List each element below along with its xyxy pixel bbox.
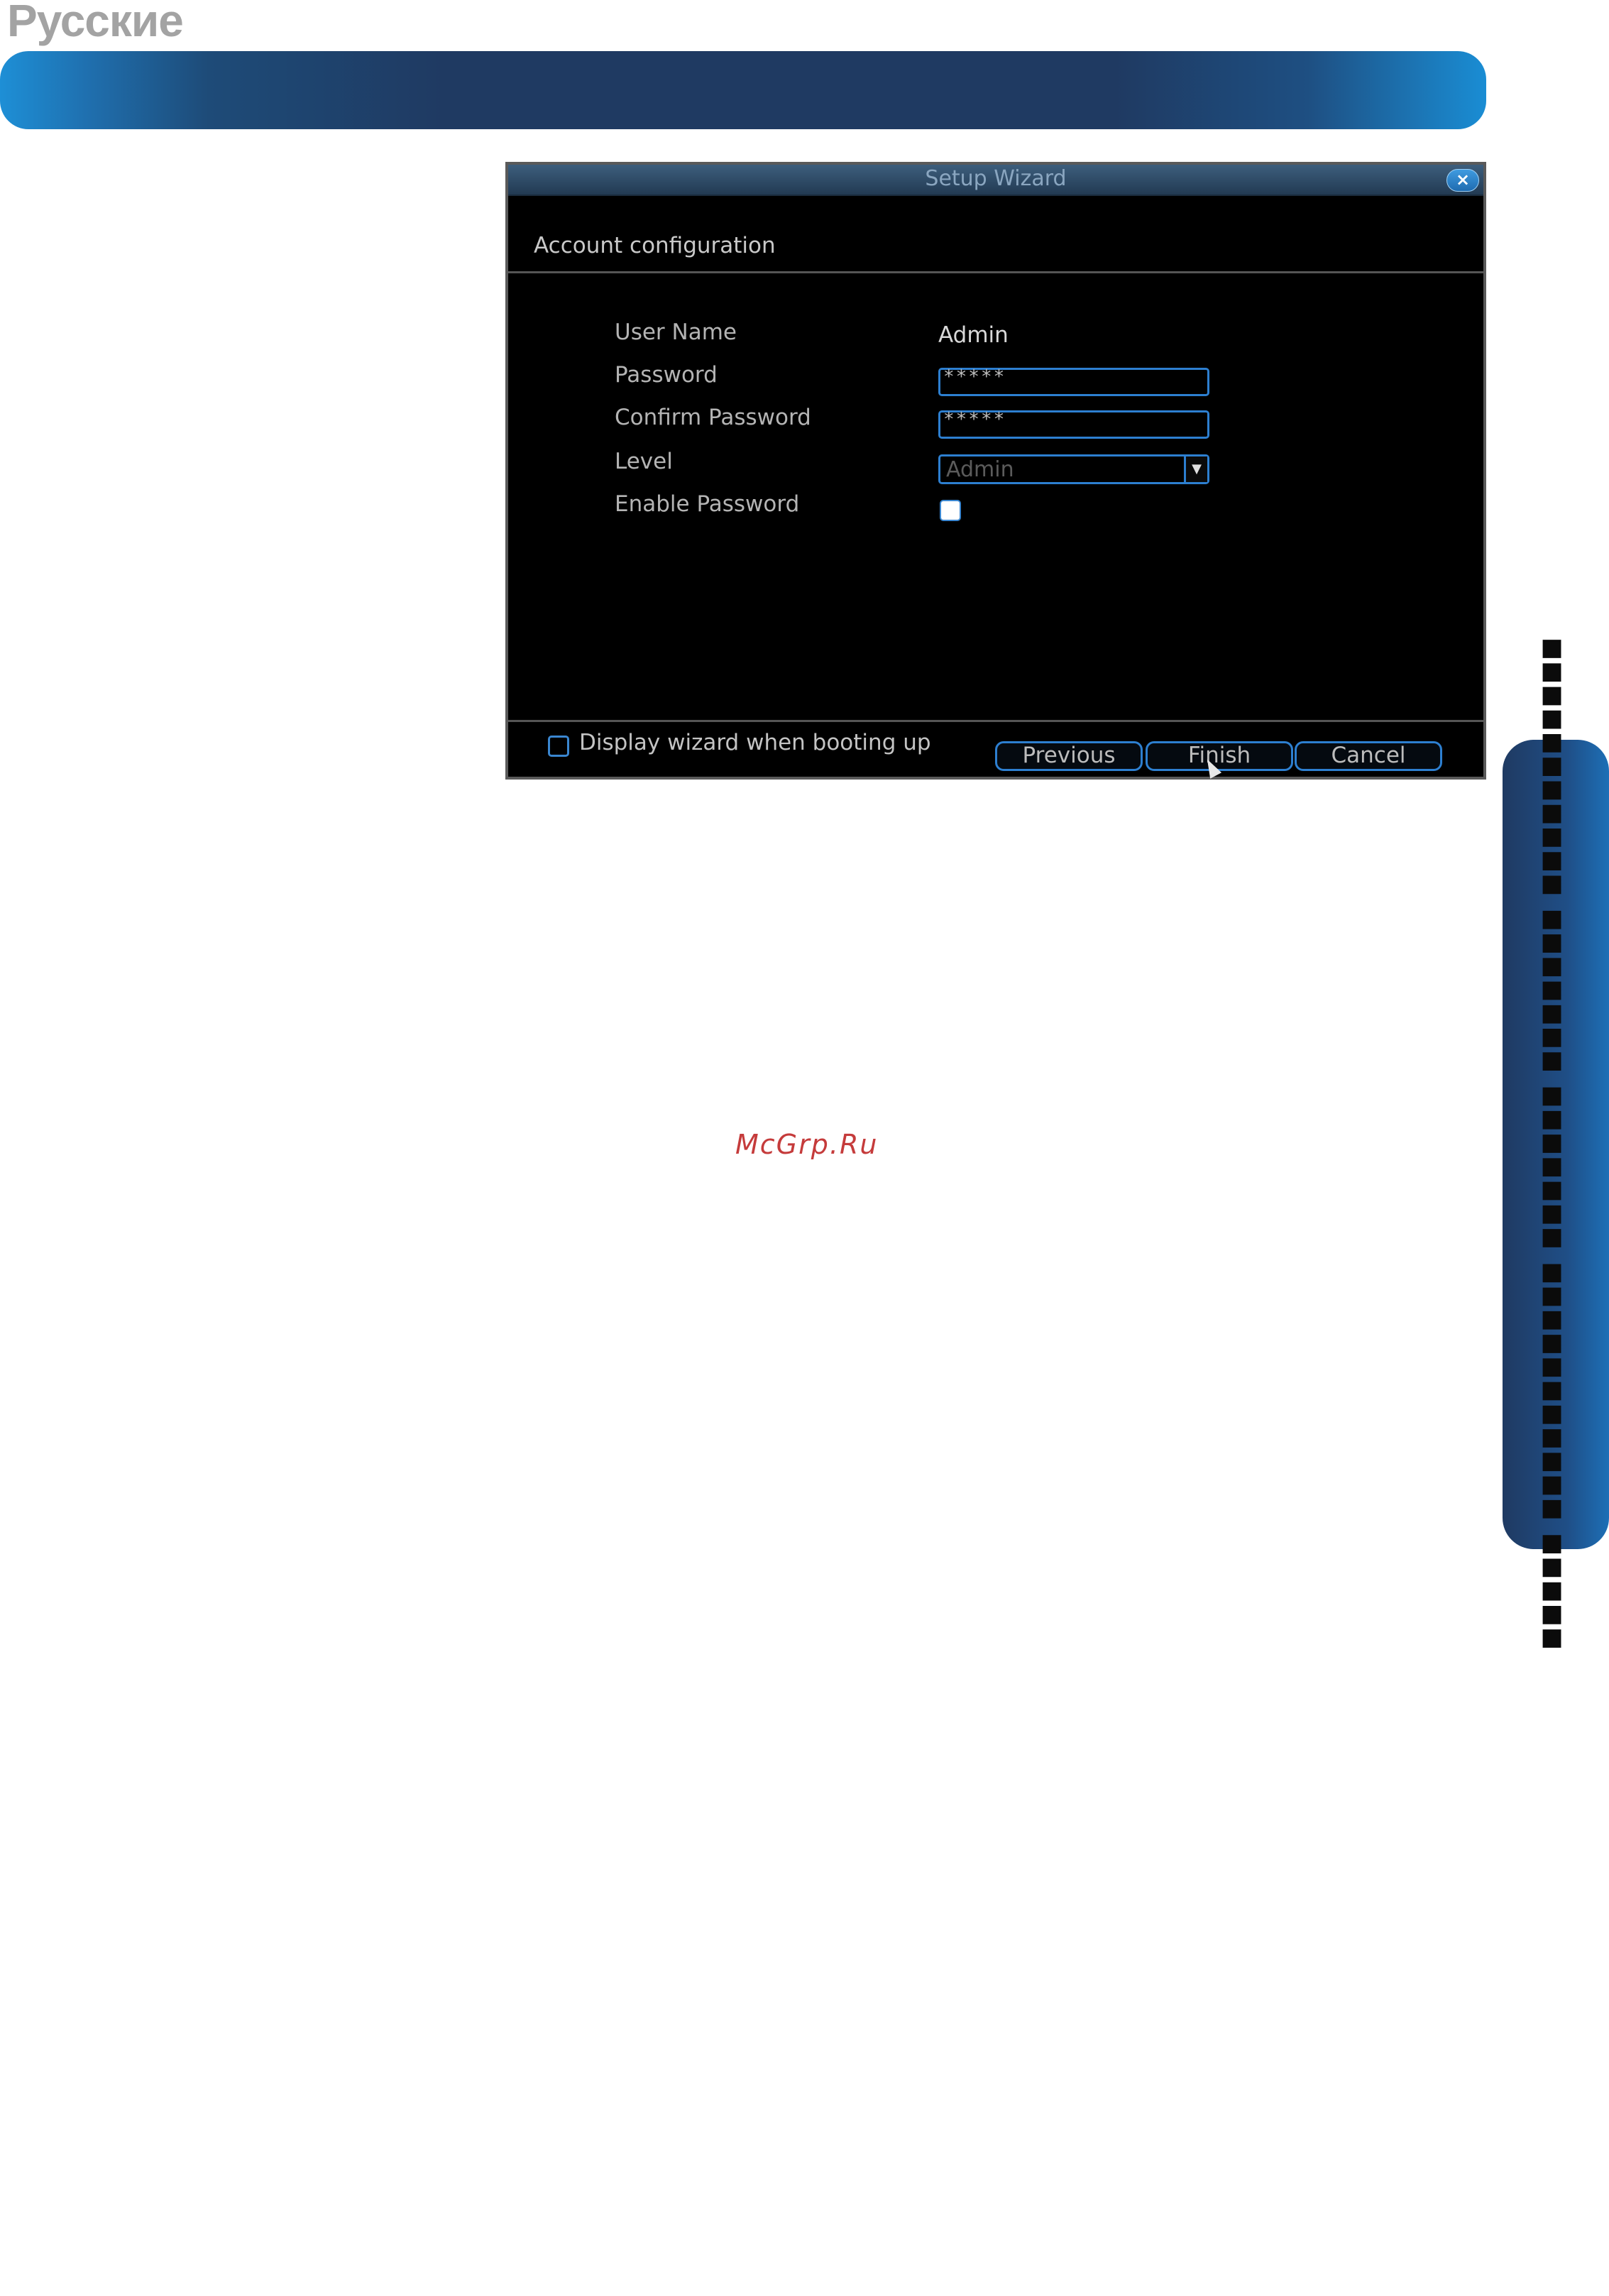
side-tab-text: ▪▪▪▪▪▪▪▪▪▪▪ ▪▪▪▪▪▪▪ ▪▪▪▪▪▪▪ ▪▪▪▪▪▪▪▪▪▪▪ … xyxy=(1519,636,1590,1649)
cancel-button[interactable]: Cancel xyxy=(1295,741,1442,771)
header-banner xyxy=(0,51,1486,129)
enable-password-label: Enable Password xyxy=(615,491,800,517)
password-label: Password xyxy=(615,362,718,388)
section-title: Account configuration xyxy=(534,233,776,258)
divider-top xyxy=(508,271,1483,273)
finish-button[interactable]: Finish xyxy=(1146,741,1293,771)
dialog-titlebar: Setup Wizard × xyxy=(508,165,1483,196)
dialog-title: Setup Wizard xyxy=(925,166,1067,191)
enable-password-checkbox[interactable] xyxy=(940,500,961,521)
chevron-down-icon[interactable]: ▼ xyxy=(1184,457,1207,482)
user-name-label: User Name xyxy=(615,319,737,345)
display-wizard-checkbox[interactable] xyxy=(548,736,569,757)
level-label: Level xyxy=(615,449,673,474)
close-icon: × xyxy=(1455,170,1471,190)
confirm-password-field[interactable]: ***** xyxy=(938,410,1209,439)
setup-wizard-dialog: Setup Wizard × Account configuration Use… xyxy=(505,162,1486,780)
divider-bottom xyxy=(508,720,1483,722)
password-field[interactable]: ***** xyxy=(938,368,1209,396)
language-label: Русские xyxy=(7,0,184,46)
watermark: McGrp.Ru xyxy=(735,1129,879,1160)
level-select-value: Admin xyxy=(946,457,1014,482)
user-name-value: Admin xyxy=(938,322,1009,348)
previous-button[interactable]: Previous xyxy=(995,741,1143,771)
confirm-password-label: Confirm Password xyxy=(615,405,811,430)
level-select[interactable]: Admin ▼ xyxy=(938,454,1209,484)
close-button[interactable]: × xyxy=(1446,169,1479,192)
display-wizard-label: Display wizard when booting up xyxy=(579,730,931,755)
side-tab-label: ▪▪▪▪▪▪▪▪▪▪▪ ▪▪▪▪▪▪▪ ▪▪▪▪▪▪▪ ▪▪▪▪▪▪▪▪▪▪▪ … xyxy=(1533,636,1576,1650)
